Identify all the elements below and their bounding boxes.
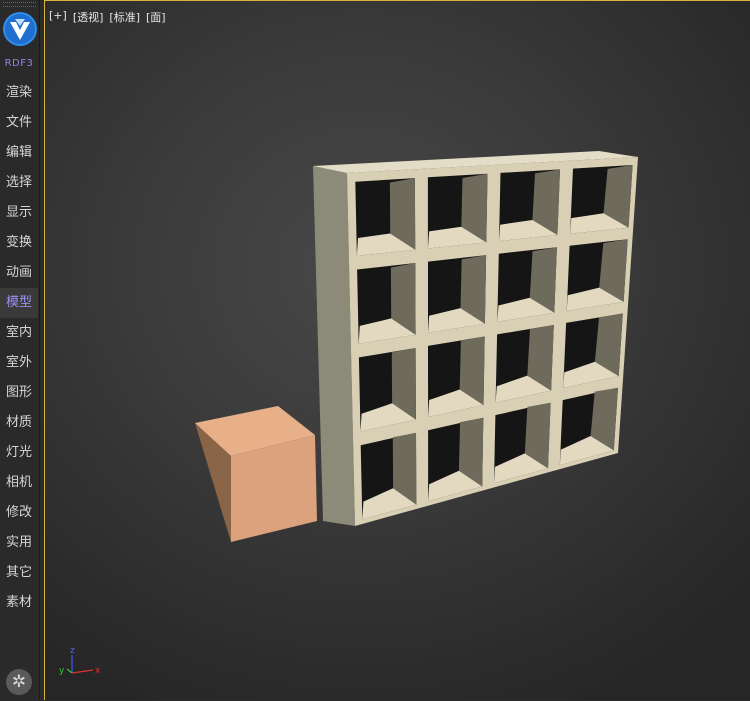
sidebar-item-assets[interactable]: 素材 — [0, 588, 38, 618]
sidebar-item-transform[interactable]: 变换 — [0, 228, 38, 258]
sidebar-item-material[interactable]: 材质 — [0, 408, 38, 438]
sidebar-item-camera[interactable]: 相机 — [0, 468, 38, 498]
sidebar-item-shapes[interactable]: 图形 — [0, 378, 38, 408]
app-logo-icon[interactable] — [2, 11, 38, 47]
sidebar-item-exterior[interactable]: 室外 — [0, 348, 38, 378]
cube-object[interactable] — [195, 406, 317, 542]
sidebar-item-display[interactable]: 显示 — [0, 198, 38, 228]
axis-y-label: y — [59, 666, 65, 676]
sidebar-item-animation[interactable]: 动画 — [0, 258, 38, 288]
app-window: RDF3 渲染 文件 编辑 选择 显示 变换 动画 模型 室内 室外 图形 材质 灯光 相机 修改 实用 其它素… — [0, 0, 750, 700]
sidebar-item-select[interactable]: 选择 — [0, 168, 38, 198]
perspective-viewport[interactable]: [+] [透视] [标准] [面] z x y — [44, 0, 750, 700]
sidebar-item-other[interactable]: 其它 — [0, 558, 38, 588]
toolbar-grip[interactable] — [3, 2, 36, 7]
sidebar-menu: 渲染 文件 编辑 选择 显示 变换 动画 模型 室内 室外 图形 材质 灯光 相机 修改 实用 其它 素材 — [0, 78, 38, 618]
sidebar-item-file[interactable]: 文件 — [0, 108, 38, 138]
axis-gizmo: z x y — [59, 646, 101, 676]
gear-icon[interactable]: ✲ — [6, 669, 32, 695]
sidebar-item-model[interactable]: 模型 — [0, 288, 38, 318]
scene-canvas: z x y — [59, 151, 638, 676]
brand-label: RDF3 — [4, 58, 34, 69]
axis-z-label: z — [70, 646, 75, 656]
sidebar-item-light[interactable]: 灯光 — [0, 438, 38, 468]
axis-x-label: x — [95, 666, 101, 676]
sidebar-item-edit[interactable]: 编辑 — [0, 138, 38, 168]
sidebar-item-modify[interactable]: 修改 — [0, 498, 38, 528]
left-toolbar: RDF3 渲染 文件 编辑 选择 显示 变换 动画 模型 室内 室外 图形 材质 灯光 相机 修改 实用 其它素… — [0, 0, 40, 700]
sidebar-item-render[interactable]: 渲染 — [0, 78, 38, 108]
sidebar-item-utilities[interactable]: 实用 — [0, 528, 38, 558]
sidebar-item-interior[interactable]: 室内 — [0, 318, 38, 348]
bookshelf-object[interactable] — [313, 151, 638, 526]
